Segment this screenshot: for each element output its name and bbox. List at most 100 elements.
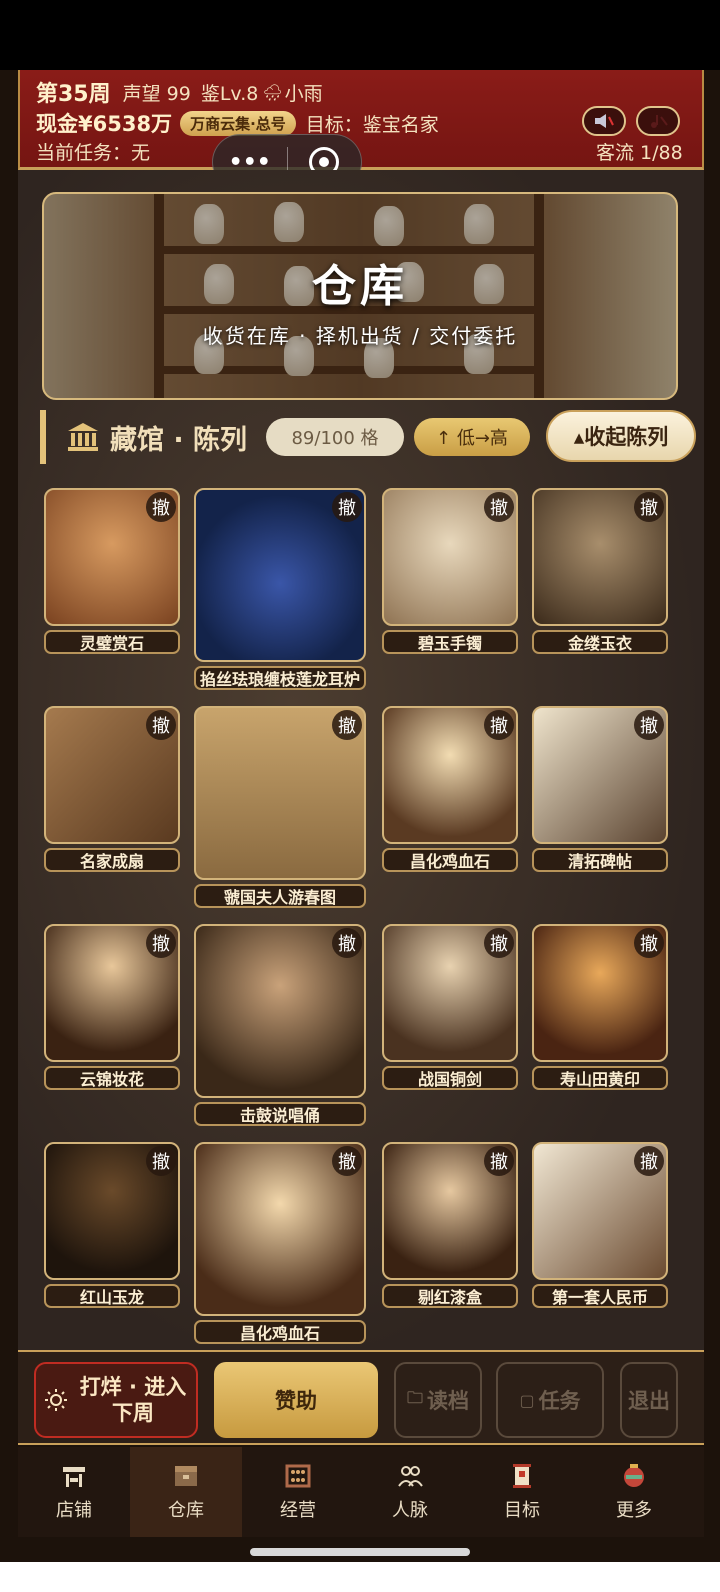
item-name-label: 碧玉手镯 — [382, 630, 518, 654]
traffic-row: 客流 1/88 — [596, 138, 683, 165]
tab-goal[interactable]: 目标 — [466, 1447, 578, 1537]
abacus-icon — [285, 1464, 311, 1488]
remove-item-button[interactable]: 撤 — [484, 710, 514, 740]
status-bar — [0, 0, 720, 70]
display-card[interactable]: 撤碧玉手镯 — [382, 488, 518, 656]
remove-item-button[interactable]: 撤 — [634, 928, 664, 958]
remove-item-button[interactable]: 撤 — [484, 492, 514, 522]
week-label: 第35周 — [36, 82, 111, 107]
tab-network[interactable]: 人脉 — [354, 1447, 466, 1537]
item-name-label: 红山玉龙 — [44, 1284, 180, 1308]
section-title: 藏馆 · 陈列 — [110, 425, 248, 456]
item-name-label: 名家成扇 — [44, 848, 180, 872]
item-name-label: 金缕玉衣 — [532, 630, 668, 654]
remove-item-button[interactable]: 撤 — [484, 928, 514, 958]
traffic-label: 客流 1/88 — [596, 142, 683, 164]
item-name-label: 昌化鸡血石 — [194, 1320, 366, 1344]
remove-item-button[interactable]: 撤 — [146, 1146, 176, 1176]
tab-business-label: 经营 — [280, 1500, 316, 1521]
next-week-button[interactable]: 打烊 · 进入下周 — [34, 1362, 198, 1438]
display-card[interactable]: 撤剔红漆盒 — [382, 1142, 518, 1310]
display-card[interactable]: 撤红山玉龙 — [44, 1142, 180, 1310]
item-name-label: 云锦妆花 — [44, 1066, 180, 1090]
music-button[interactable] — [636, 106, 680, 136]
scroll-icon — [513, 1464, 531, 1488]
item-name-label: 剔红漆盒 — [382, 1284, 518, 1308]
tab-shop-label: 店铺 — [56, 1500, 92, 1521]
item-name-label: 灵璧赏石 — [44, 630, 180, 654]
shop-icon — [63, 1467, 85, 1487]
level-label: 鉴Lv.8 — [200, 82, 259, 105]
exit-button[interactable]: 退出 — [620, 1362, 678, 1438]
item-name-label: 虢国夫人游春图 — [194, 884, 366, 908]
display-card[interactable]: 撤灵璧赏石 — [44, 488, 180, 656]
display-card[interactable]: 撤昌化鸡血石 — [194, 1142, 366, 1346]
goal-label: 目标：鉴宝名家 — [305, 113, 439, 136]
display-card[interactable]: 撤虢国夫人游春图 — [194, 706, 366, 910]
display-card[interactable]: 撤昌化鸡血石 — [382, 706, 518, 874]
next-week-label: 打烊 · 进入下周 — [79, 1375, 187, 1425]
tab-warehouse[interactable]: 仓库 — [130, 1447, 242, 1537]
tab-more[interactable]: 更多 — [578, 1447, 690, 1537]
display-card[interactable]: 撤寿山田黄印 — [532, 924, 668, 1092]
remove-item-button[interactable]: 撤 — [146, 492, 176, 522]
remove-item-button[interactable]: 撤 — [484, 1146, 514, 1176]
app-root: 第35周 声望 99 鉴Lv.8 🌧 小雨 现金¥6538万 万商云集·总号 目… — [0, 0, 720, 1592]
tasks-label: 任务 — [538, 1389, 581, 1413]
bottom-tab-bar: 店铺 仓库 经营 人脉 目标 更多 — [18, 1447, 704, 1537]
sort-button[interactable]: ↑ 低→高 — [414, 418, 530, 456]
remove-item-button[interactable]: 撤 — [332, 492, 362, 522]
display-card[interactable]: 撤击鼓说唱俑 — [194, 924, 366, 1128]
task-square-icon: ▢ — [519, 1390, 535, 1410]
tab-warehouse-label: 仓库 — [168, 1500, 204, 1521]
warehouse-banner: 仓库 收货在库 · 择机出货 / 交付委托 — [42, 192, 678, 400]
sound-button[interactable] — [582, 106, 626, 136]
remove-item-button[interactable]: 撤 — [332, 710, 362, 740]
remove-item-button[interactable]: 撤 — [146, 710, 176, 740]
tab-shop[interactable]: 店铺 — [18, 1447, 130, 1537]
action-bar: 打烊 · 进入下周 赞助 🗀 读档 ▢ 任务 退出 — [18, 1350, 704, 1445]
sponsor-button[interactable]: 赞助 — [214, 1362, 378, 1438]
display-card[interactable]: 撤第一套人民币 — [532, 1142, 668, 1310]
item-name-label: 昌化鸡血石 — [382, 848, 518, 872]
banner-title: 仓库 — [312, 261, 408, 312]
remove-item-button[interactable]: 撤 — [634, 492, 664, 522]
rain-cloud-icon: 🌧 — [262, 82, 283, 102]
section-accent-bar — [40, 410, 46, 464]
remove-item-button[interactable]: 撤 — [634, 710, 664, 740]
lantern-icon — [624, 1464, 644, 1487]
remove-item-button[interactable]: 撤 — [146, 928, 176, 958]
hud-row-1: 第35周 声望 99 鉴Lv.8 🌧 小雨 — [36, 76, 323, 108]
display-card[interactable]: 撤云锦妆花 — [44, 924, 180, 1092]
warehouse-content: 仓库 收货在库 · 择机出货 / 交付委托 藏馆 · 陈列 89/100 格 ↑… — [18, 170, 704, 1370]
folder-icon: 🗀 — [406, 1387, 423, 1407]
task-label: 当前任务：无 — [36, 142, 151, 164]
display-card[interactable]: 撤金缕玉衣 — [532, 488, 668, 656]
item-name-label: 第一套人民币 — [532, 1284, 668, 1308]
display-card[interactable]: 撤清拓碑帖 — [532, 706, 668, 874]
item-name-label: 寿山田黄印 — [532, 1066, 668, 1090]
load-save-button[interactable]: 🗀 读档 — [394, 1362, 482, 1438]
music-note-icon — [651, 115, 668, 128]
item-name-label: 清拓碑帖 — [532, 848, 668, 872]
cash-label: 现金¥6538万 — [36, 112, 173, 136]
banner-subtitle: 收货在库 · 择机出货 / 交付委托 — [202, 324, 518, 348]
display-card[interactable]: 撤名家成扇 — [44, 706, 180, 874]
tasks-button[interactable]: ▢ 任务 — [496, 1362, 604, 1438]
tab-business[interactable]: 经营 — [242, 1447, 354, 1537]
display-card[interactable]: 撤战国铜剑 — [382, 924, 518, 1092]
sun-icon — [45, 1389, 67, 1411]
remove-item-button[interactable]: 撤 — [332, 928, 362, 958]
item-name-label: 战国铜剑 — [382, 1066, 518, 1090]
remove-item-button[interactable]: 撤 — [634, 1146, 664, 1176]
tab-goal-label: 目标 — [504, 1500, 540, 1521]
collapse-display-button[interactable]: ▴收起陈列 — [546, 410, 696, 462]
item-name-label: 击鼓说唱俑 — [194, 1102, 366, 1126]
display-card[interactable]: 撤掐丝珐琅缠枝莲龙耳炉 — [194, 488, 366, 692]
remove-item-button[interactable]: 撤 — [332, 1146, 362, 1176]
weather-label: 小雨 — [284, 82, 323, 105]
people-icon — [398, 1466, 423, 1487]
shop-tag-badge[interactable]: 万商云集·总号 — [180, 110, 296, 136]
load-save-label: 读档 — [427, 1389, 469, 1413]
hud-row-3: 当前任务：无 — [36, 138, 150, 165]
